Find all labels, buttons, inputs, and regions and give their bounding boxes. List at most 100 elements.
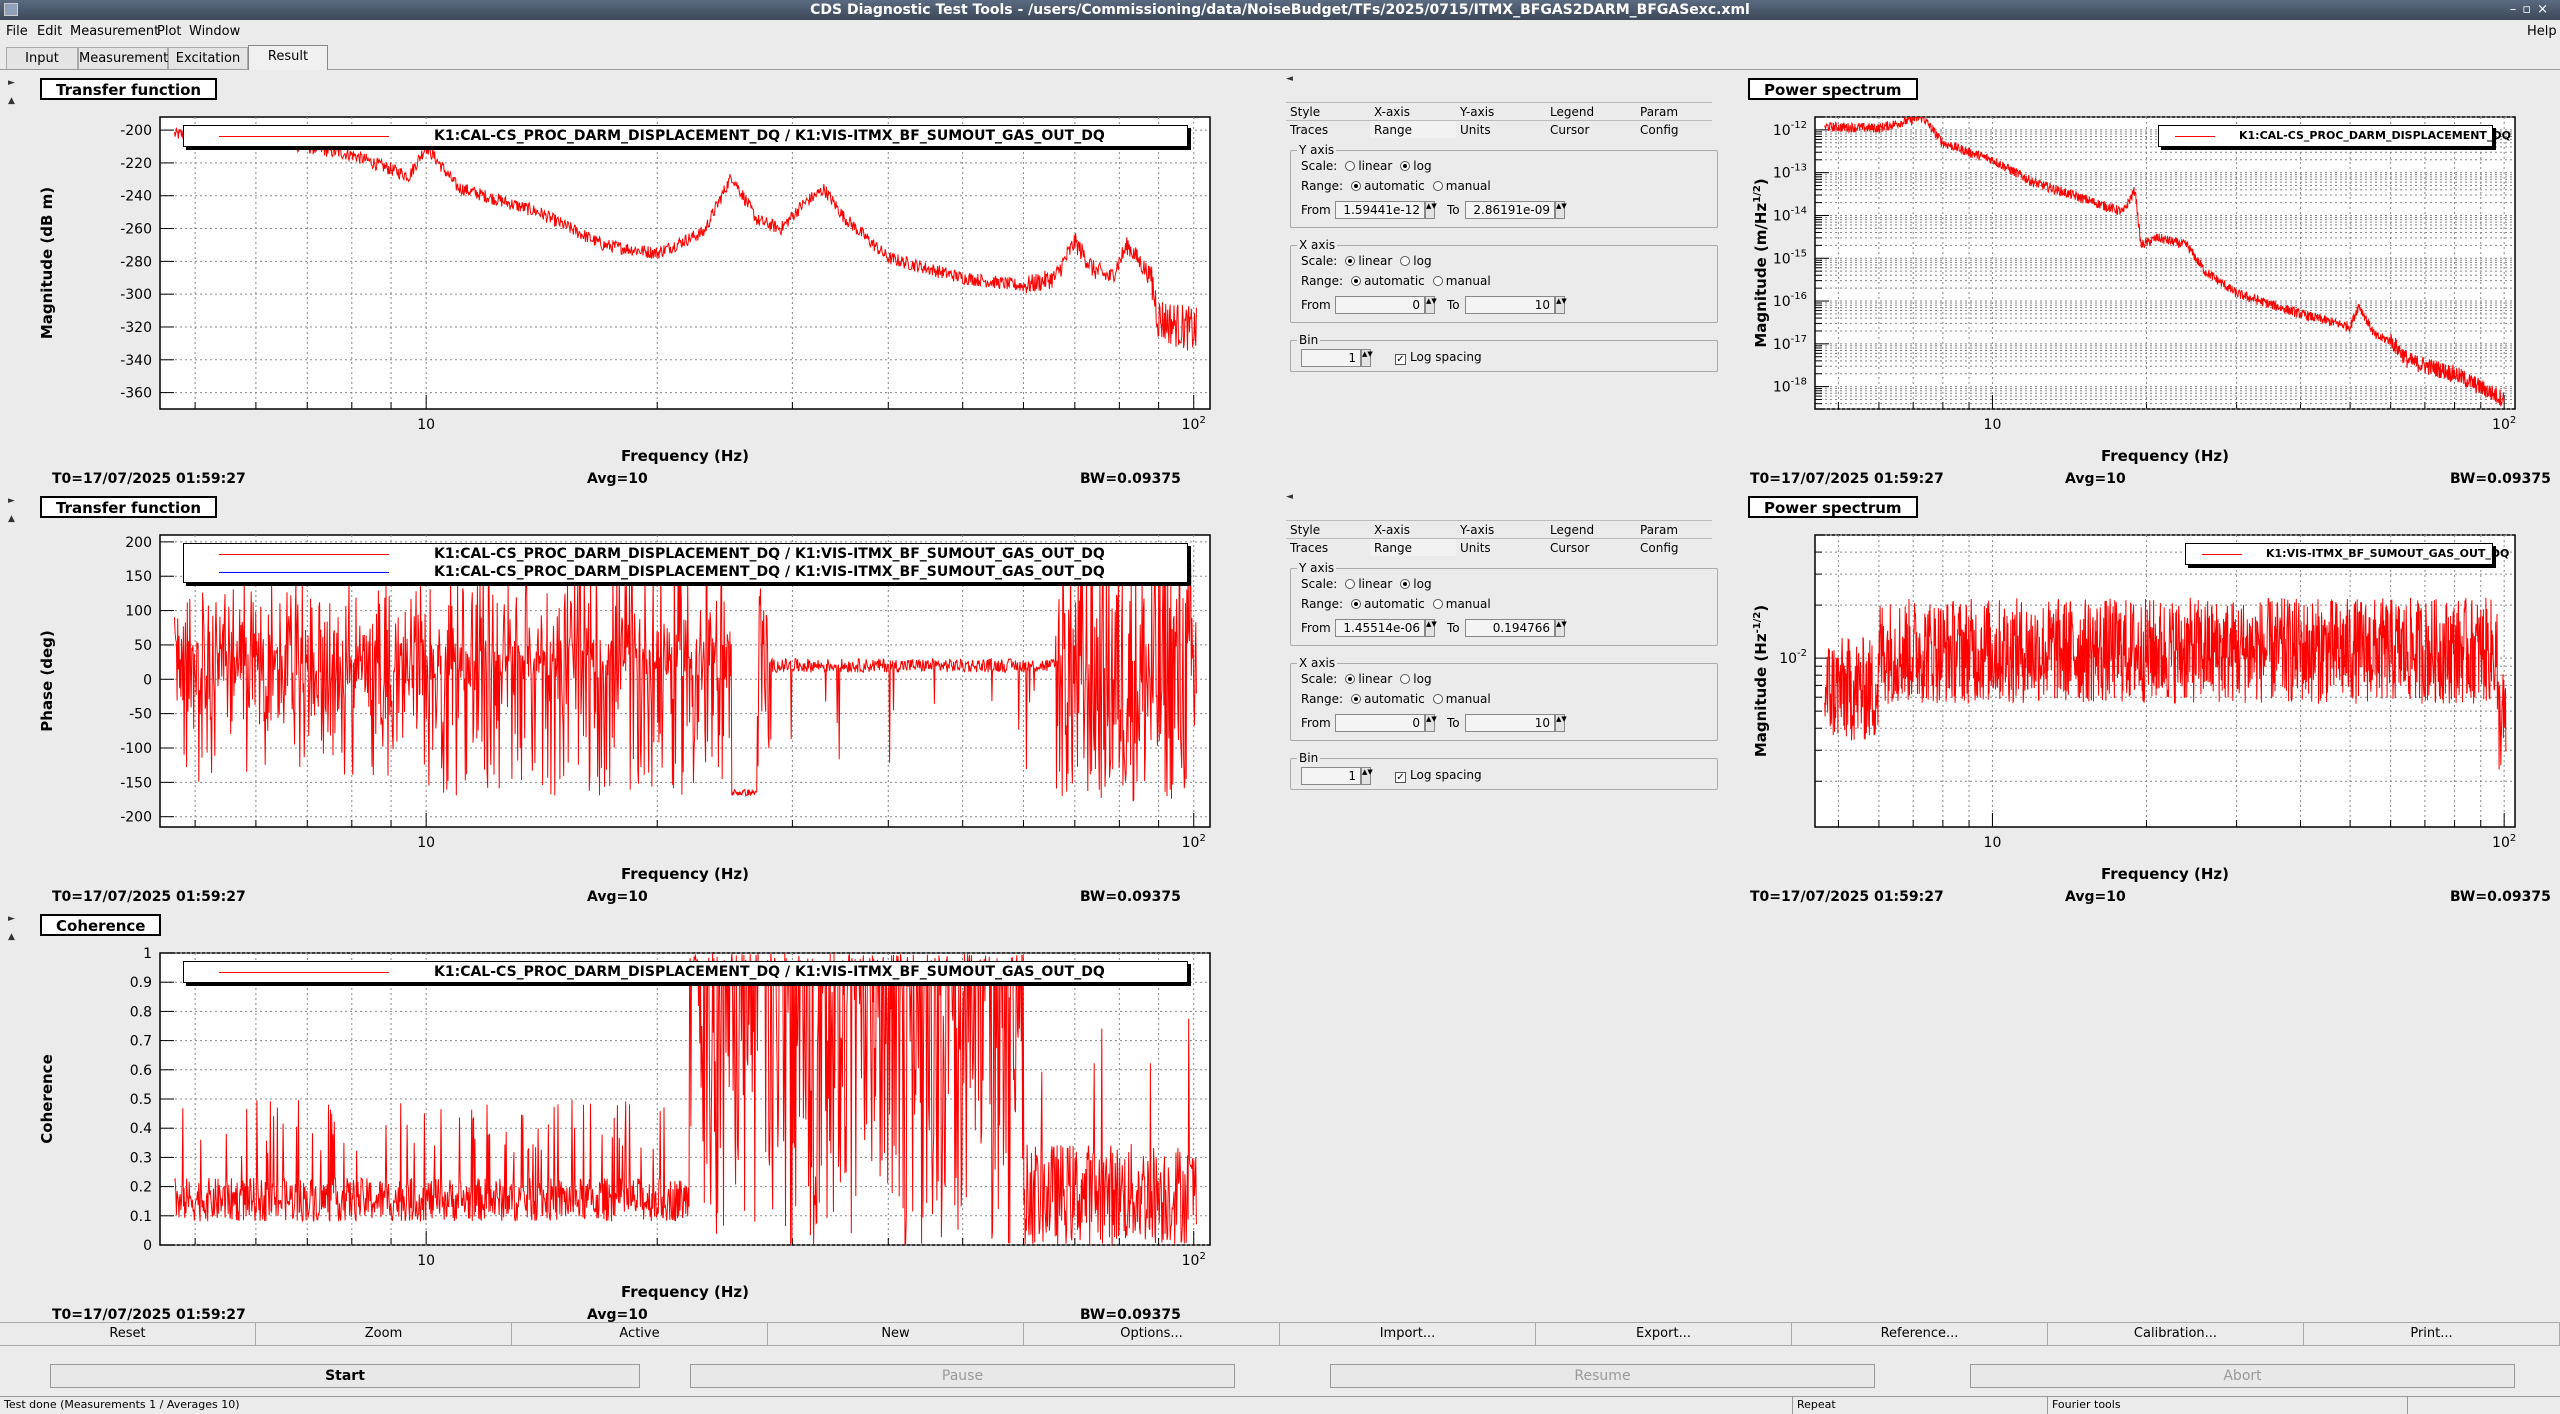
option-tab-units[interactable]: Units (1456, 538, 1546, 556)
abort-button[interactable]: Abort (1970, 1364, 2515, 1388)
to-label: To (1447, 298, 1460, 312)
toolbar-reference-button[interactable]: Reference... (1792, 1323, 2048, 1345)
toolbar-options-button[interactable]: Options... (1024, 1323, 1280, 1345)
option-tab-style[interactable]: Style (1286, 102, 1370, 120)
graph-avg: Avg=10 (587, 471, 648, 487)
panel-toggle-icon[interactable]: ◄ (1286, 74, 1293, 84)
from-input[interactable]: 0 (1335, 714, 1425, 732)
manual-radio[interactable] (1432, 276, 1443, 286)
option-tab-traces[interactable]: Traces (1286, 538, 1370, 556)
tab-result[interactable]: Result (248, 45, 328, 70)
option-tab-param[interactable]: Param (1636, 102, 1712, 120)
toolbar-reset-button[interactable]: Reset (0, 1323, 256, 1345)
from-spin[interactable]: ▲▼ (1425, 201, 1437, 219)
option-tab-style[interactable]: Style (1286, 520, 1370, 538)
from-spin[interactable]: ▲▼ (1425, 714, 1437, 732)
option-tab-config[interactable]: Config (1636, 538, 1712, 556)
option-tab-range[interactable]: Range (1370, 538, 1456, 556)
y-tick-label: 0.8 (130, 1004, 152, 1020)
to-input[interactable]: 2.86191e-09 (1465, 201, 1555, 219)
log-radio[interactable] (1400, 674, 1411, 684)
menu-edit[interactable]: Edit (37, 20, 62, 44)
manual-radio[interactable] (1432, 599, 1443, 609)
tab-input[interactable]: Input (6, 47, 78, 69)
toolbar-active-button[interactable]: Active (512, 1323, 768, 1345)
linear-radio[interactable] (1345, 161, 1356, 171)
from-input[interactable]: 1.45514e-06 (1335, 619, 1425, 637)
option-tab-legend[interactable]: Legend (1546, 520, 1636, 538)
collapse-arrow-icon[interactable]: ▲ (8, 514, 15, 524)
to-input[interactable]: 10 (1465, 714, 1555, 732)
toolbar-new-button[interactable]: New (768, 1323, 1024, 1345)
toolbar-zoom-button[interactable]: Zoom (256, 1323, 512, 1345)
bin-spin[interactable]: ▲▼ (1361, 767, 1373, 785)
menu-measurement[interactable]: Measurement (70, 20, 159, 44)
window-menu-icon[interactable] (4, 3, 18, 16)
menu-plot[interactable]: Plot (157, 20, 182, 44)
bin-input[interactable]: 1 (1301, 767, 1361, 785)
automatic-radio[interactable] (1351, 599, 1362, 609)
to-spin[interactable]: ▲▼ (1555, 714, 1567, 732)
linear-radio[interactable] (1345, 256, 1356, 266)
log-radio[interactable] (1400, 161, 1411, 171)
automatic-radio[interactable] (1351, 694, 1362, 704)
log-radio[interactable] (1400, 579, 1411, 589)
log-spacing-checkbox[interactable]: ✓ (1395, 772, 1406, 783)
from-input[interactable]: 0 (1335, 296, 1425, 314)
linear-radio[interactable] (1345, 579, 1356, 589)
bin-input[interactable]: 1 (1301, 349, 1361, 367)
automatic-radio[interactable] (1351, 181, 1362, 191)
option-tab-range[interactable]: Range (1370, 120, 1456, 138)
option-tab-cursor[interactable]: Cursor (1546, 120, 1636, 138)
y-axis-group-title: Y axis (1297, 561, 1337, 575)
toolbar-calibration-button[interactable]: Calibration... (2048, 1323, 2304, 1345)
expand-arrow-icon[interactable]: ► (8, 914, 15, 924)
log-radio[interactable] (1400, 256, 1411, 266)
linear-radio[interactable] (1345, 674, 1356, 684)
collapse-arrow-icon[interactable]: ▲ (8, 96, 15, 106)
menu-window[interactable]: Window (189, 20, 240, 44)
option-tab-cursor[interactable]: Cursor (1546, 538, 1636, 556)
collapse-arrow-icon[interactable]: ▲ (8, 932, 15, 942)
bin-spin[interactable]: ▲▼ (1361, 349, 1373, 367)
to-spin[interactable]: ▲▼ (1555, 296, 1567, 314)
option-tab-config[interactable]: Config (1636, 120, 1712, 138)
option-tab-traces[interactable]: Traces (1286, 120, 1370, 138)
to-input[interactable]: 10 (1465, 296, 1555, 314)
option-tab-y-axis[interactable]: Y-axis (1456, 102, 1546, 120)
manual-radio[interactable] (1432, 181, 1443, 191)
tab-measurement[interactable]: Measurement (78, 47, 168, 69)
start-button[interactable]: Start (50, 1364, 640, 1388)
panel-toggle-icon[interactable]: ◄ (1286, 492, 1293, 502)
option-tab-x-axis[interactable]: X-axis (1370, 102, 1456, 120)
tf-magnitude-legend: K1:CAL-CS_PROC_DARM_DISPLACEMENT_DQ / K1… (183, 125, 1188, 147)
toolbar-import-button[interactable]: Import... (1280, 1323, 1536, 1345)
toolbar-export-button[interactable]: Export... (1536, 1323, 1792, 1345)
tab-excitation[interactable]: Excitation (168, 47, 248, 69)
window-controls[interactable]: –▫× (2510, 0, 2554, 20)
menu-file[interactable]: File (6, 20, 28, 44)
from-spin[interactable]: ▲▼ (1425, 619, 1437, 637)
manual-radio[interactable] (1432, 694, 1443, 704)
automatic-radio[interactable] (1351, 276, 1362, 286)
x-tick-label: 102 (1182, 415, 1206, 433)
to-spin[interactable]: ▲▼ (1555, 619, 1567, 637)
log-label: log (1413, 254, 1432, 268)
toolbar-print-button[interactable]: Print... (2304, 1323, 2560, 1345)
menu-help[interactable]: Help (2527, 20, 2557, 44)
to-spin[interactable]: ▲▼ (1555, 201, 1567, 219)
option-tab-units[interactable]: Units (1456, 120, 1546, 138)
pause-button[interactable]: Pause (690, 1364, 1235, 1388)
to-input[interactable]: 0.194766 (1465, 619, 1555, 637)
option-tab-param[interactable]: Param (1636, 520, 1712, 538)
expand-arrow-icon[interactable]: ► (8, 496, 15, 506)
y-axis-group: Y axis Scale: linear log Range: automatic manu… (1290, 561, 1718, 646)
from-input[interactable]: 1.59441e-12 (1335, 201, 1425, 219)
resume-button[interactable]: Resume (1330, 1364, 1875, 1388)
expand-arrow-icon[interactable]: ► (8, 78, 15, 88)
log-spacing-checkbox[interactable]: ✓ (1395, 354, 1406, 365)
from-spin[interactable]: ▲▼ (1425, 296, 1437, 314)
option-tab-legend[interactable]: Legend (1546, 102, 1636, 120)
option-tab-y-axis[interactable]: Y-axis (1456, 520, 1546, 538)
option-tab-x-axis[interactable]: X-axis (1370, 520, 1456, 538)
